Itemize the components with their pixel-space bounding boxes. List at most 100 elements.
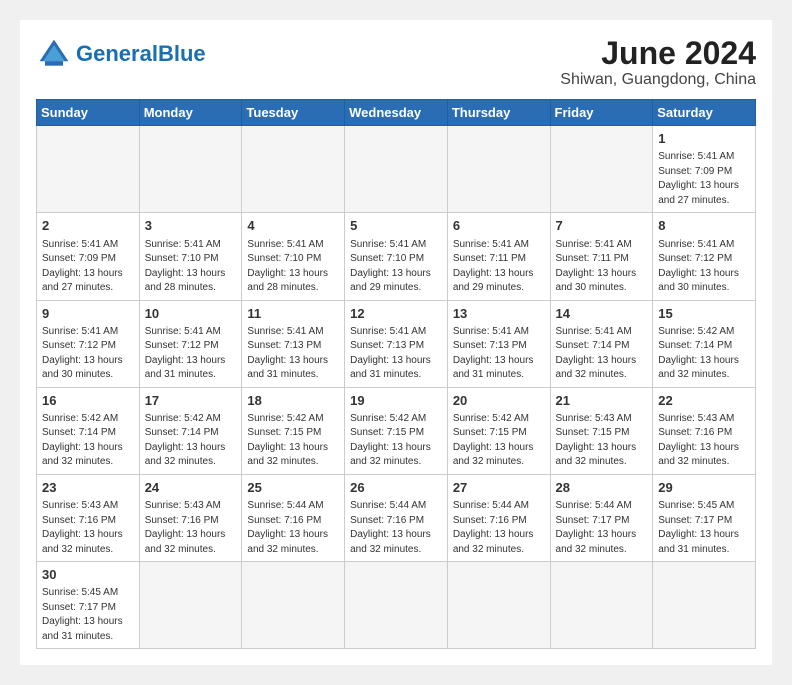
day-number: 19 <box>350 392 442 410</box>
day-number: 8 <box>658 217 750 235</box>
day-info: Sunrise: 5:45 AMSunset: 7:17 PMDaylight:… <box>42 586 134 644</box>
calendar-cell: 30 Sunrise: 5:45 AMSunset: 7:17 PMDayligh… <box>37 562 140 649</box>
weekday-header: Monday <box>139 100 242 126</box>
day-info: Sunrise: 5:41 AMSunset: 7:12 PMDaylight:… <box>658 238 750 296</box>
logo-general: General <box>76 41 158 66</box>
main-title: June 2024 <box>560 36 756 71</box>
calendar-cell: 14 Sunrise: 5:41 AMSunset: 7:14 PMDayligh… <box>550 300 653 387</box>
weekday-header: Tuesday <box>242 100 345 126</box>
calendar-cell <box>139 126 242 213</box>
day-info: Sunrise: 5:42 AMSunset: 7:14 PMDaylight:… <box>42 412 134 470</box>
logo-blue: Blue <box>158 41 206 66</box>
day-info: Sunrise: 5:42 AMSunset: 7:14 PMDaylight:… <box>658 325 750 383</box>
calendar-cell <box>550 126 653 213</box>
day-info: Sunrise: 5:41 AMSunset: 7:10 PMDaylight:… <box>247 238 339 296</box>
day-info: Sunrise: 5:42 AMSunset: 7:14 PMDaylight:… <box>145 412 237 470</box>
day-number: 14 <box>556 305 648 323</box>
day-info: Sunrise: 5:41 AMSunset: 7:14 PMDaylight:… <box>556 325 648 383</box>
title-block: June 2024 Shiwan, Guangdong, China <box>560 36 756 89</box>
day-number: 28 <box>556 479 648 497</box>
day-info: Sunrise: 5:43 AMSunset: 7:16 PMDaylight:… <box>145 499 237 557</box>
day-number: 12 <box>350 305 442 323</box>
calendar-cell <box>550 562 653 649</box>
day-info: Sunrise: 5:44 AMSunset: 7:16 PMDaylight:… <box>350 499 442 557</box>
day-info: Sunrise: 5:42 AMSunset: 7:15 PMDaylight:… <box>453 412 545 470</box>
calendar-cell: 9 Sunrise: 5:41 AMSunset: 7:12 PMDaylight… <box>37 300 140 387</box>
day-info: Sunrise: 5:41 AMSunset: 7:11 PMDaylight:… <box>453 238 545 296</box>
weekday-header: Sunday <box>37 100 140 126</box>
calendar-cell: 20 Sunrise: 5:42 AMSunset: 7:15 PMDayligh… <box>447 387 550 474</box>
day-number: 1 <box>658 130 750 148</box>
calendar-cell <box>139 562 242 649</box>
day-info: Sunrise: 5:42 AMSunset: 7:15 PMDaylight:… <box>350 412 442 470</box>
subtitle: Shiwan, Guangdong, China <box>560 71 756 89</box>
calendar-cell <box>37 126 140 213</box>
calendar-cell: 22 Sunrise: 5:43 AMSunset: 7:16 PMDayligh… <box>653 387 756 474</box>
day-number: 9 <box>42 305 134 323</box>
calendar-cell: 28 Sunrise: 5:44 AMSunset: 7:17 PMDayligh… <box>550 474 653 561</box>
calendar-cell: 19 Sunrise: 5:42 AMSunset: 7:15 PMDayligh… <box>345 387 448 474</box>
calendar-header-row: SundayMondayTuesdayWednesdayThursdayFrid… <box>37 100 756 126</box>
calendar-cell: 26 Sunrise: 5:44 AMSunset: 7:16 PMDayligh… <box>345 474 448 561</box>
calendar-cell: 24 Sunrise: 5:43 AMSunset: 7:16 PMDayligh… <box>139 474 242 561</box>
calendar-cell: 4 Sunrise: 5:41 AMSunset: 7:10 PMDaylight… <box>242 213 345 300</box>
calendar-week-row: 1Sunrise: 5:41 AMSunset: 7:09 PMDaylight… <box>37 126 756 213</box>
day-info: Sunrise: 5:41 AMSunset: 7:10 PMDaylight:… <box>350 238 442 296</box>
day-number: 15 <box>658 305 750 323</box>
calendar-cell: 17Sunrise: 5:42 AMSunset: 7:14 PMDayligh… <box>139 387 242 474</box>
calendar-cell: 13Sunrise: 5:41 AMSunset: 7:13 PMDayligh… <box>447 300 550 387</box>
day-info: Sunrise: 5:41 AMSunset: 7:12 PMDaylight:… <box>42 325 134 383</box>
day-info: Sunrise: 5:41 AMSunset: 7:13 PMDaylight:… <box>247 325 339 383</box>
day-number: 11 <box>247 305 339 323</box>
day-number: 22 <box>658 392 750 410</box>
calendar-cell: 5 Sunrise: 5:41 AMSunset: 7:10 PMDaylight… <box>345 213 448 300</box>
day-number: 20 <box>453 392 545 410</box>
weekday-header: Thursday <box>447 100 550 126</box>
day-info: Sunrise: 5:41 AMSunset: 7:13 PMDaylight:… <box>453 325 545 383</box>
calendar-cell: 3 Sunrise: 5:41 AMSunset: 7:10 PMDaylight… <box>139 213 242 300</box>
calendar-cell: 8 Sunrise: 5:41 AMSunset: 7:12 PMDaylight… <box>653 213 756 300</box>
day-info: Sunrise: 5:41 AMSunset: 7:10 PMDaylight:… <box>145 238 237 296</box>
day-number: 18 <box>247 392 339 410</box>
day-number: 30 <box>42 566 134 584</box>
weekday-header: Wednesday <box>345 100 448 126</box>
day-number: 2 <box>42 217 134 235</box>
day-info: Sunrise: 5:43 AMSunset: 7:15 PMDaylight:… <box>556 412 648 470</box>
calendar-week-row: 16Sunrise: 5:42 AMSunset: 7:14 PMDayligh… <box>37 387 756 474</box>
day-number: 5 <box>350 217 442 235</box>
day-info: Sunrise: 5:44 AMSunset: 7:16 PMDaylight:… <box>247 499 339 557</box>
calendar-cell <box>447 126 550 213</box>
day-number: 4 <box>247 217 339 235</box>
day-info: Sunrise: 5:41 AMSunset: 7:12 PMDaylight:… <box>145 325 237 383</box>
day-info: Sunrise: 5:43 AMSunset: 7:16 PMDaylight:… <box>658 412 750 470</box>
day-number: 6 <box>453 217 545 235</box>
calendar-week-row: 30 Sunrise: 5:45 AMSunset: 7:17 PMDayligh… <box>37 562 756 649</box>
day-number: 29 <box>658 479 750 497</box>
day-number: 3 <box>145 217 237 235</box>
day-number: 23 <box>42 479 134 497</box>
day-info: Sunrise: 5:42 AMSunset: 7:15 PMDaylight:… <box>247 412 339 470</box>
calendar-cell: 11 Sunrise: 5:41 AMSunset: 7:13 PMDayligh… <box>242 300 345 387</box>
logo-text: GeneralBlue <box>76 43 206 65</box>
calendar-cell: 12Sunrise: 5:41 AMSunset: 7:13 PMDayligh… <box>345 300 448 387</box>
calendar-cell: 1Sunrise: 5:41 AMSunset: 7:09 PMDaylight… <box>653 126 756 213</box>
header: GeneralBlue June 2024 Shiwan, Guangdong,… <box>36 36 756 89</box>
day-number: 10 <box>145 305 237 323</box>
calendar-cell: 25 Sunrise: 5:44 AMSunset: 7:16 PMDayligh… <box>242 474 345 561</box>
page: GeneralBlue June 2024 Shiwan, Guangdong,… <box>20 20 772 665</box>
calendar-week-row: 23 Sunrise: 5:43 AMSunset: 7:16 PMDayligh… <box>37 474 756 561</box>
day-info: Sunrise: 5:41 AMSunset: 7:11 PMDaylight:… <box>556 238 648 296</box>
calendar-cell: 15 Sunrise: 5:42 AMSunset: 7:14 PMDayligh… <box>653 300 756 387</box>
logo-icon <box>36 36 72 72</box>
calendar-cell <box>345 126 448 213</box>
calendar-cell: 21Sunrise: 5:43 AMSunset: 7:15 PMDayligh… <box>550 387 653 474</box>
calendar-cell <box>242 562 345 649</box>
day-number: 24 <box>145 479 237 497</box>
day-number: 25 <box>247 479 339 497</box>
day-info: Sunrise: 5:41 AMSunset: 7:09 PMDaylight:… <box>42 238 134 296</box>
calendar-cell <box>345 562 448 649</box>
day-number: 27 <box>453 479 545 497</box>
calendar-cell: 2 Sunrise: 5:41 AMSunset: 7:09 PMDaylight… <box>37 213 140 300</box>
day-number: 26 <box>350 479 442 497</box>
day-info: Sunrise: 5:44 AMSunset: 7:17 PMDaylight:… <box>556 499 648 557</box>
